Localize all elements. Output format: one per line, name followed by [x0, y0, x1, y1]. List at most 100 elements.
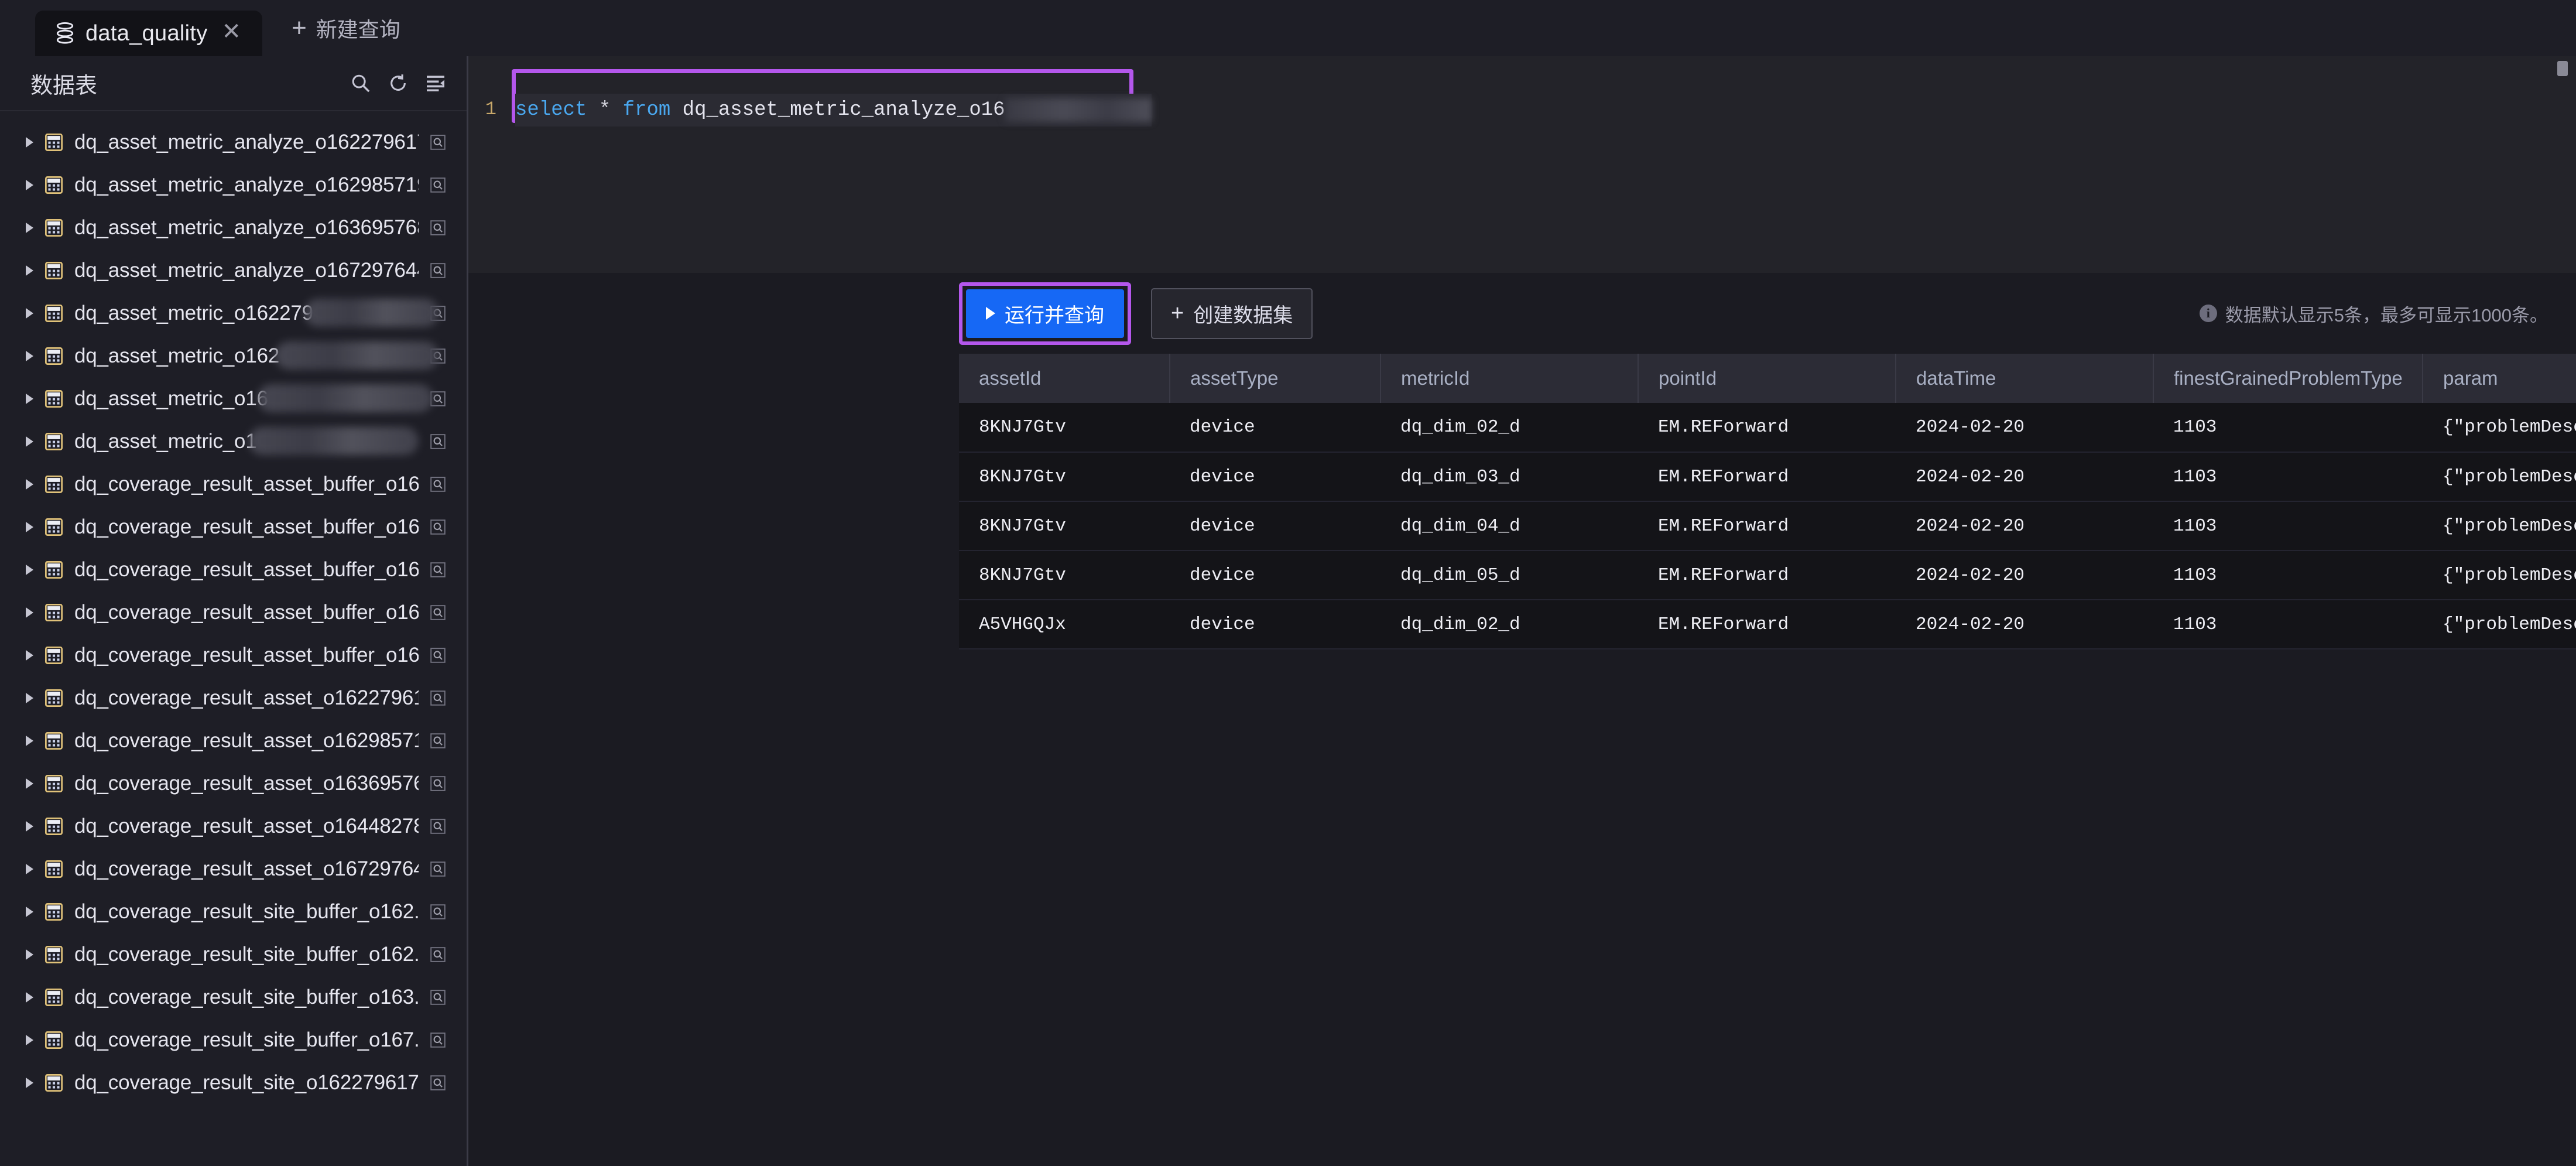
collapse-panel-icon[interactable] [426, 74, 446, 92]
expand-caret-icon[interactable] [26, 649, 33, 661]
preview-search-icon[interactable] [430, 519, 446, 535]
search-icon[interactable] [351, 73, 371, 93]
preview-search-icon[interactable] [430, 348, 446, 364]
expand-caret-icon[interactable] [26, 778, 33, 789]
tab-data-quality[interactable]: data_quality ✕ [35, 11, 263, 56]
expand-caret-icon[interactable] [26, 222, 33, 233]
code-area[interactable]: select * from dq_asset_metric_analyze_o1… [505, 56, 2576, 273]
refresh-icon[interactable] [388, 73, 408, 93]
table-row[interactable]: 8KNJ7Gtv device dq_dim_05_d EM.REForward 202… [959, 550, 2576, 600]
expand-caret-icon[interactable] [26, 350, 33, 361]
sidebar-table-item[interactable]: dq_asset_metric_o162279 [0, 292, 467, 334]
table-icon [45, 518, 63, 536]
preview-search-icon[interactable] [430, 904, 446, 919]
new-query-tab[interactable]: + 新建查询 [286, 13, 412, 56]
expand-caret-icon[interactable] [26, 393, 33, 404]
preview-search-icon[interactable] [430, 1075, 446, 1090]
expand-caret-icon[interactable] [26, 307, 33, 319]
preview-search-icon[interactable] [430, 433, 446, 449]
sidebar-table-item[interactable]: dq_coverage_result_site_buffer_o162... [0, 890, 467, 933]
sidebar-table-item[interactable]: dq_coverage_result_site_buffer_o162... [0, 933, 467, 976]
preview-search-icon[interactable] [430, 220, 446, 235]
expand-caret-icon[interactable] [26, 863, 33, 874]
preview-search-icon[interactable] [430, 305, 446, 321]
sidebar-table-item[interactable]: dq_coverage_result_asset_o16729764... [0, 847, 467, 890]
column-header[interactable]: metricId [1381, 354, 1639, 403]
expand-caret-icon[interactable] [26, 521, 33, 532]
preview-search-icon[interactable] [430, 604, 446, 620]
sidebar-table-item[interactable]: dq_asset_metric_analyze_o167297644... [0, 249, 467, 292]
redacted-sql-region [1005, 98, 1152, 122]
expand-caret-icon[interactable] [26, 820, 33, 832]
sql-editor[interactable]: 1 select * from dq_asset_metric_analyze_… [468, 56, 2576, 273]
table-row[interactable]: 8KNJ7Gtv device dq_dim_03_d EM.REForward 202… [959, 452, 2576, 502]
expand-caret-icon[interactable] [26, 564, 33, 575]
expand-caret-icon[interactable] [26, 906, 33, 917]
sql-line-1[interactable]: select * from dq_asset_metric_analyze_o1… [515, 94, 1152, 126]
column-header[interactable]: param [2423, 354, 2576, 403]
expand-caret-icon[interactable] [26, 949, 33, 960]
sidebar-table-item[interactable]: dq_coverage_result_asset_o16369576... [0, 762, 467, 805]
column-header[interactable]: pointId [1638, 354, 1896, 403]
preview-search-icon[interactable] [430, 562, 446, 577]
sidebar-table-item[interactable]: dq_coverage_result_site_buffer_o167... [0, 1018, 467, 1061]
row-limit-hint-text: 数据默认显示5条，最多可显示1000条。 [2225, 305, 2548, 326]
preview-search-icon[interactable] [430, 733, 446, 748]
expand-caret-icon[interactable] [26, 478, 33, 490]
preview-search-icon[interactable] [430, 391, 446, 406]
sidebar-table-item[interactable]: dq_asset_metric_analyze_o162985719... [0, 163, 467, 206]
sidebar-table-item[interactable]: dq_asset_metric_o1 [0, 420, 467, 463]
sidebar-table-item[interactable]: dq_coverage_result_asset_o16448278... [0, 805, 467, 847]
sidebar-table-item[interactable]: dq_coverage_result_asset_buffer_o16... [0, 591, 467, 634]
preview-search-icon[interactable] [430, 690, 446, 706]
table-row[interactable]: 8KNJ7Gtv device dq_dim_02_d EM.REForward 202… [959, 403, 2576, 453]
sidebar-table-item[interactable]: dq_asset_metric_analyze_o162279617... [0, 121, 467, 163]
table-cell: device [1170, 501, 1381, 551]
preview-search-icon[interactable] [430, 818, 446, 834]
expand-caret-icon[interactable] [26, 179, 33, 190]
preview-search-icon[interactable] [430, 775, 446, 791]
sidebar-table-item[interactable]: dq_coverage_result_asset_buffer_o16... [0, 634, 467, 676]
table-row[interactable]: 8KNJ7Gtv device dq_dim_04_d EM.REForward 202… [959, 501, 2576, 551]
expand-caret-icon[interactable] [26, 735, 33, 746]
expand-caret-icon[interactable] [26, 436, 33, 447]
expand-caret-icon[interactable] [26, 1077, 33, 1088]
close-icon[interactable]: ✕ [218, 20, 245, 47]
editor-scrollbar[interactable] [2557, 61, 2568, 76]
preview-search-icon[interactable] [430, 861, 446, 877]
preview-search-icon[interactable] [430, 262, 446, 278]
preview-search-icon[interactable] [430, 647, 446, 663]
expand-caret-icon[interactable] [26, 265, 33, 276]
sidebar-table-item[interactable]: dq_coverage_result_site_buffer_o163... [0, 976, 467, 1018]
sidebar-table-item[interactable]: dq_coverage_result_asset_o16298571... [0, 719, 467, 762]
preview-search-icon[interactable] [430, 989, 446, 1005]
column-header[interactable]: finestGrainedProblemType [2153, 354, 2423, 403]
sidebar-table-item[interactable]: dq_asset_metric_analyze_o163695768... [0, 206, 467, 249]
column-header[interactable]: assetId [959, 354, 1170, 403]
column-header[interactable]: assetType [1170, 354, 1381, 403]
preview-search-icon[interactable] [430, 177, 446, 193]
column-header[interactable]: dataTime [1896, 354, 2154, 403]
expand-caret-icon[interactable] [26, 607, 33, 618]
sidebar-table-item[interactable]: dq_asset_metric_o162 [0, 334, 467, 377]
sidebar-table-item[interactable]: dq_coverage_result_asset_buffer_o16... [0, 463, 467, 505]
expand-caret-icon[interactable] [26, 136, 33, 148]
table-cell: 1103 [2153, 550, 2423, 600]
create-dataset-button[interactable]: + 创建数据集 [1151, 288, 1313, 339]
expand-caret-icon[interactable] [26, 1034, 33, 1045]
sidebar-table-item[interactable]: dq_coverage_result_asset_buffer_o16... [0, 505, 467, 548]
sidebar-table-item[interactable]: dq_coverage_result_asset_buffer_o16... [0, 548, 467, 591]
run-query-button[interactable]: 运行并查询 [966, 289, 1124, 338]
preview-search-icon[interactable] [430, 1032, 446, 1048]
preview-search-icon[interactable] [430, 476, 446, 492]
table-row[interactable]: A5VHGQJx device dq_dim_02_d EM.REForward 202… [959, 600, 2576, 649]
sidebar-table-item[interactable]: dq_coverage_result_site_o162279617... [0, 1061, 467, 1104]
expand-caret-icon[interactable] [26, 692, 33, 703]
sidebar-table-item[interactable]: dq_asset_metric_o16 [0, 377, 467, 420]
plus-icon: + [292, 13, 307, 42]
preview-search-icon[interactable] [430, 134, 446, 150]
table-cell: 1103 [2153, 501, 2423, 551]
preview-search-icon[interactable] [430, 946, 446, 962]
expand-caret-icon[interactable] [26, 991, 33, 1003]
sidebar-table-item[interactable]: dq_coverage_result_asset_o16227961... [0, 676, 467, 719]
